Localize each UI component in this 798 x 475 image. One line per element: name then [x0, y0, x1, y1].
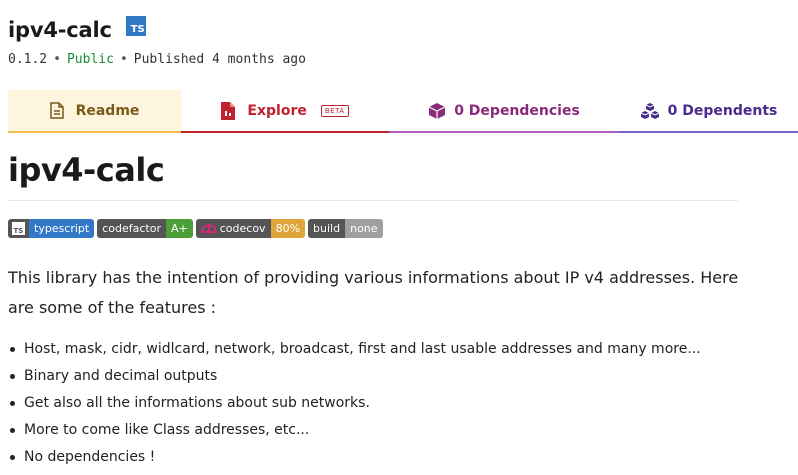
- feature-list: Host, mask, cidr, widlcard, network, bro…: [8, 336, 701, 471]
- svg-text:TS: TS: [14, 227, 24, 235]
- published-date: Published 4 months ago: [133, 52, 306, 67]
- typescript-logo-icon: TS: [8, 219, 29, 238]
- list-item: Host, mask, cidr, widlcard, network, bro…: [8, 336, 701, 363]
- package-version: 0.1.2: [8, 52, 48, 67]
- tab-readme[interactable]: Readme: [8, 90, 181, 133]
- list-item: More to come like Class addresses, etc..…: [8, 417, 701, 444]
- cube-icon: [428, 102, 446, 120]
- typescript-badge[interactable]: TS typescript: [8, 219, 95, 238]
- list-item: No dependencies !: [8, 444, 701, 471]
- badge-value: A+: [166, 219, 193, 238]
- badge-label: codefactor: [97, 219, 166, 238]
- badge-value: none: [345, 219, 383, 238]
- tab-readme-label: Readme: [75, 102, 140, 119]
- badge-label: typescript: [29, 219, 95, 238]
- package-tabs: Readme Explore BETA 0 Dependencies 0 Dep…: [8, 90, 798, 133]
- codefactor-badge[interactable]: codefactor A+: [97, 219, 193, 238]
- readme-title: ipv4-calc: [8, 151, 165, 189]
- badge-label: codecov: [219, 222, 266, 235]
- readme-intro: This library has the intention of provid…: [8, 268, 739, 317]
- file-icon: [221, 101, 236, 120]
- package-header: ipv4-calc TS 0.1.2 • Public • Published 4 mo…: [8, 14, 798, 67]
- beta-badge: BETA: [320, 104, 349, 117]
- cubes-icon: [640, 102, 660, 120]
- divider: [8, 200, 738, 201]
- list-item: Get also all the informations about sub …: [8, 390, 701, 417]
- tab-dependencies[interactable]: 0 Dependencies: [389, 90, 619, 133]
- tab-dependents-label: 0 Dependents: [667, 102, 778, 119]
- tab-dependents[interactable]: 0 Dependents: [619, 90, 798, 133]
- badge-label: build: [308, 219, 346, 238]
- tab-explore-label: Explore: [247, 102, 307, 119]
- list-item: Binary and decimal outputs: [8, 363, 701, 390]
- badge-value: 80%: [270, 219, 306, 238]
- tab-explore[interactable]: Explore BETA: [181, 90, 389, 133]
- typescript-types-icon[interactable]: TS: [125, 16, 146, 36]
- package-name: ipv4-calc: [8, 18, 112, 42]
- visibility-label: Public: [66, 52, 114, 67]
- package-meta: 0.1.2 • Public • Published 4 months ago: [8, 52, 306, 67]
- badge-row: TS typescript codefactor A+ codecov 80% …: [8, 219, 383, 238]
- build-badge[interactable]: build none: [308, 219, 383, 238]
- tab-dependencies-label: 0 Dependencies: [454, 102, 580, 119]
- document-icon: [49, 102, 64, 119]
- codecov-umbrella-icon: [200, 224, 217, 233]
- codecov-badge[interactable]: codecov 80%: [195, 219, 306, 238]
